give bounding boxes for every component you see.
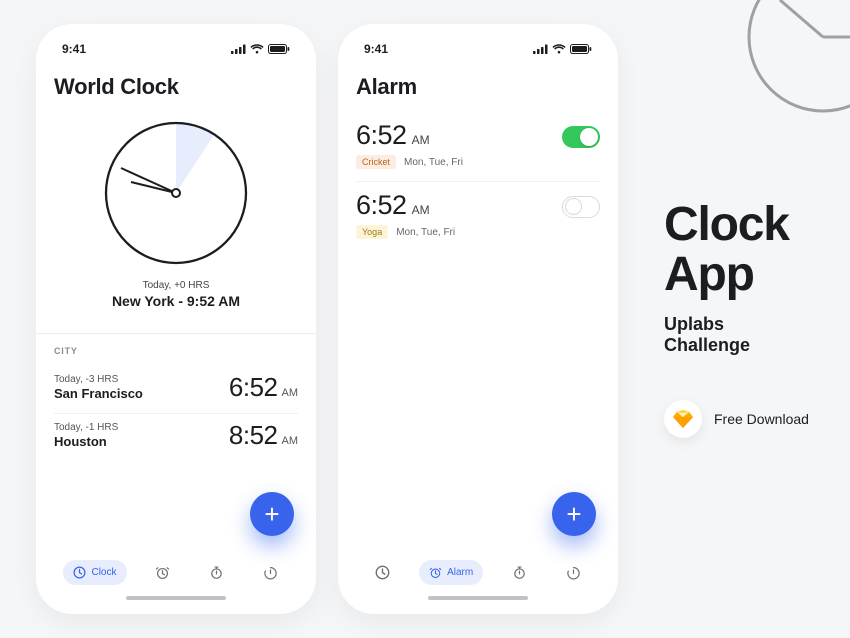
tab-timer[interactable] — [253, 559, 288, 586]
promo-heading-line1: Clock — [664, 200, 814, 250]
alarm-row[interactable]: 6:52 AM Cricket Mon, Tue, Fri — [356, 112, 600, 182]
main-city-offset: Today, +0 HRS — [143, 280, 210, 291]
tab-stopwatch[interactable] — [199, 559, 234, 586]
alarm-days: Mon, Tue, Fri — [404, 157, 463, 168]
analog-clock-face — [101, 118, 251, 268]
clock-icon — [73, 566, 86, 579]
city-ampm: AM — [282, 387, 299, 399]
home-indicator — [126, 596, 226, 600]
download-link[interactable]: Free Download — [664, 400, 814, 438]
signal-icon — [231, 44, 246, 54]
tab-label: Clock — [91, 567, 116, 578]
alarm-icon — [155, 565, 170, 580]
alarm-time: 6:52 — [356, 120, 407, 151]
tab-bar: Clock — [54, 547, 298, 590]
city-time: 6:52 — [229, 372, 278, 403]
city-row[interactable]: Today, -3 HRS San Francisco 6:52 AM — [54, 366, 298, 414]
plus-icon: + — [566, 501, 581, 527]
alarm-tag: Yoga — [356, 225, 388, 239]
city-row[interactable]: Today, -1 HRS Houston 8:52 AM — [54, 414, 298, 461]
alarm-ampm: AM — [412, 133, 430, 147]
city-name: San Francisco — [54, 386, 143, 401]
page-title: World Clock — [54, 74, 298, 100]
plus-icon: + — [264, 501, 279, 527]
status-bar: 9:41 — [54, 42, 298, 66]
stopwatch-icon — [512, 565, 527, 580]
alarm-toggle[interactable] — [562, 196, 600, 218]
alarm-ampm: AM — [412, 203, 430, 217]
signal-icon — [533, 44, 548, 54]
phone-alarm: 9:41 Alarm 6:52 AM Cricket Mon, Tue, Fri — [338, 24, 618, 614]
city-name: Houston — [54, 434, 118, 449]
status-time: 9:41 — [62, 42, 86, 56]
promo-heading-line2: App — [664, 250, 814, 300]
wifi-icon — [250, 44, 264, 54]
stopwatch-icon — [209, 565, 224, 580]
city-ampm: AM — [282, 435, 299, 447]
promo-subtitle: Uplabs Challenge — [664, 314, 814, 356]
tab-label: Alarm — [447, 567, 473, 578]
clock-icon — [375, 565, 390, 580]
alarm-days: Mon, Tue, Fri — [396, 227, 455, 238]
city-offset: Today, -1 HRS — [54, 422, 118, 433]
alarm-toggle[interactable] — [562, 126, 600, 148]
alarm-time: 6:52 — [356, 190, 407, 221]
promo-panel: Clock App Uplabs Challenge Free Download — [640, 24, 814, 614]
alarm-row[interactable]: 6:52 AM Yoga Mon, Tue, Fri — [356, 182, 600, 251]
tab-alarm[interactable]: Alarm — [419, 560, 483, 585]
add-city-button[interactable]: + — [250, 492, 294, 536]
status-time: 9:41 — [364, 42, 388, 56]
timer-icon — [263, 565, 278, 580]
tab-clock[interactable]: Clock — [63, 560, 126, 585]
phone-world-clock: 9:41 World Clock Today, +0 HRS New York … — [36, 24, 316, 614]
home-indicator — [428, 596, 528, 600]
alarm-icon — [429, 566, 442, 579]
tab-stopwatch[interactable] — [502, 559, 537, 586]
main-city-time: New York - 9:52 AM — [112, 293, 240, 309]
battery-icon — [570, 44, 592, 54]
status-bar: 9:41 — [356, 42, 600, 66]
tab-bar: Alarm — [356, 547, 600, 590]
sketch-icon — [664, 400, 702, 438]
divider — [36, 333, 316, 334]
tab-clock[interactable] — [365, 559, 400, 586]
battery-icon — [268, 44, 290, 54]
city-time: 8:52 — [229, 420, 278, 451]
city-list-header: CITY — [54, 346, 298, 356]
page-title: Alarm — [356, 74, 600, 100]
city-offset: Today, -3 HRS — [54, 374, 143, 385]
alarm-tag: Cricket — [356, 155, 396, 169]
tab-alarm[interactable] — [145, 559, 180, 586]
download-label: Free Download — [714, 411, 809, 427]
wifi-icon — [552, 44, 566, 54]
timer-icon — [566, 565, 581, 580]
tab-timer[interactable] — [556, 559, 591, 586]
add-alarm-button[interactable]: + — [552, 492, 596, 536]
